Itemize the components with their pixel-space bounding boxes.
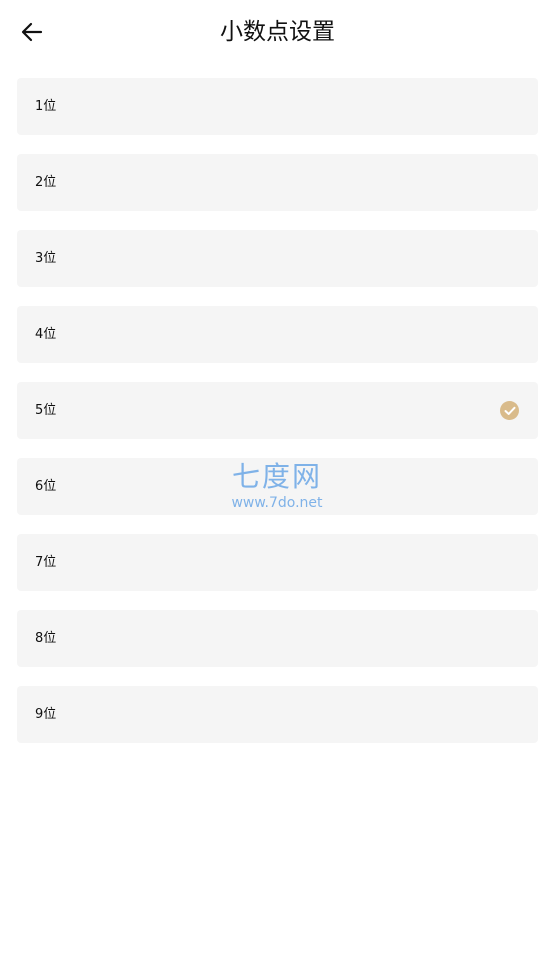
decimal-option-4[interactable]: 4位 — [17, 306, 538, 363]
decimal-option-3[interactable]: 3位 — [17, 230, 538, 287]
decimal-option-5[interactable]: 5位 — [17, 382, 538, 439]
decimal-option-2[interactable]: 2位 — [17, 154, 538, 211]
option-label: 6位 — [35, 479, 57, 494]
option-label: 5位 — [35, 403, 57, 418]
option-label: 1位 — [35, 99, 57, 114]
option-label: 8位 — [35, 631, 57, 646]
decimal-option-8[interactable]: 8位 — [17, 610, 538, 667]
page-title: 小数点设置 — [220, 19, 335, 45]
option-label: 2位 — [35, 175, 57, 190]
decimal-option-7[interactable]: 7位 — [17, 534, 538, 591]
option-label: 9位 — [35, 707, 57, 722]
decimal-option-1[interactable]: 1位 — [17, 78, 538, 135]
option-label: 3位 — [35, 251, 57, 266]
decimal-options-list: 1位 2位 3位 4位 5位 6位 7位 8位 9位 — [17, 78, 538, 762]
option-label: 4位 — [35, 327, 57, 342]
decimal-option-9[interactable]: 9位 — [17, 686, 538, 743]
check-circle-icon — [500, 401, 519, 420]
app-header: 小数点设置 — [0, 0, 555, 64]
option-label: 7位 — [35, 555, 57, 570]
decimal-option-6[interactable]: 6位 — [17, 458, 538, 515]
